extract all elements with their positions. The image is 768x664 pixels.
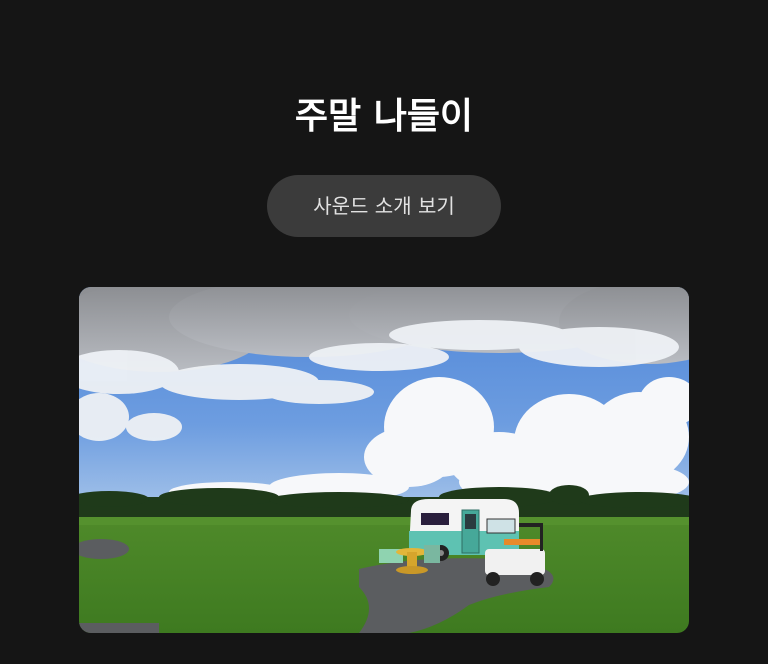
- page: 주말 나들이 사운드 소개 보기: [0, 0, 768, 664]
- scene-photo: [79, 287, 689, 633]
- scene-illustration: [79, 287, 689, 633]
- sound-intro-button[interactable]: 사운드 소개 보기: [267, 175, 501, 237]
- page-title: 주말 나들이: [294, 96, 474, 137]
